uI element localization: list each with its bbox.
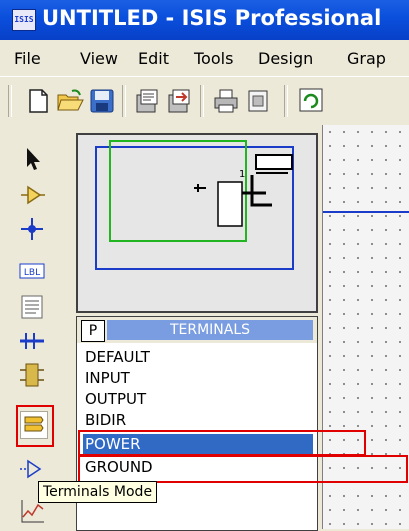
sheet-border-line xyxy=(323,211,409,213)
terminal-item-default[interactable]: DEFAULT xyxy=(83,347,313,367)
overview-window[interactable]: 1 xyxy=(76,133,318,313)
mode-toolbar: LBL xyxy=(0,125,70,529)
save-icon[interactable] xyxy=(88,87,116,115)
terminal-item-input[interactable]: INPUT xyxy=(83,368,313,388)
window-title: UNTITLED - ISIS Professional xyxy=(42,6,382,30)
pick-devices-button[interactable]: P xyxy=(81,320,105,342)
terminal-item-bidir[interactable]: BIDIR xyxy=(83,410,313,430)
power-row-highlight xyxy=(78,430,366,456)
toolbar-grip xyxy=(8,85,12,117)
overview-preview: 1 xyxy=(95,140,294,270)
menu-graph[interactable]: Grap xyxy=(347,49,386,68)
junction-dot-icon[interactable] xyxy=(18,215,46,243)
toolbar-separator xyxy=(200,85,204,117)
toolbar xyxy=(0,76,409,125)
export-icon[interactable] xyxy=(166,87,194,115)
menu-view[interactable]: View xyxy=(80,49,118,68)
menu-file[interactable]: File xyxy=(14,49,41,68)
refresh-icon[interactable] xyxy=(298,87,326,115)
terminal-item-output[interactable]: OUTPUT xyxy=(83,389,313,409)
area-icon[interactable] xyxy=(244,87,272,115)
terminals-panel-title: TERMINALS xyxy=(107,320,313,340)
menu-tools[interactable]: Tools xyxy=(194,49,233,68)
import-icon[interactable] xyxy=(134,87,162,115)
menu-design[interactable]: Design xyxy=(258,49,313,68)
open-icon[interactable] xyxy=(56,87,84,115)
title-bar: ISIS UNTITLED - ISIS Professional xyxy=(0,0,409,40)
device-pins-icon[interactable] xyxy=(18,455,46,483)
component-icon[interactable] xyxy=(18,181,46,209)
app-icon: ISIS xyxy=(12,9,36,31)
menu-edit[interactable]: Edit xyxy=(138,49,169,68)
menu-bar: File View Edit Tools Design Grap xyxy=(0,40,409,76)
new-icon[interactable] xyxy=(24,87,52,115)
subcircuit-icon[interactable] xyxy=(18,361,46,389)
terminals-mode-icon[interactable] xyxy=(20,411,48,439)
text-script-icon[interactable] xyxy=(18,293,46,321)
lbl-text: LBL xyxy=(24,268,40,278)
ground-row-highlight xyxy=(78,455,408,483)
buses-icon[interactable] xyxy=(18,327,46,355)
wire-label-icon[interactable]: LBL xyxy=(18,257,46,285)
print-icon[interactable] xyxy=(212,87,240,115)
toolbar-separator xyxy=(284,85,288,117)
toolbar-separator xyxy=(122,85,126,117)
overview-component-label: 1 xyxy=(239,169,245,180)
tooltip: Terminals Mode xyxy=(38,481,158,503)
terminals-panel-header: P TERMINALS xyxy=(77,317,317,343)
selection-icon[interactable] xyxy=(18,145,46,173)
